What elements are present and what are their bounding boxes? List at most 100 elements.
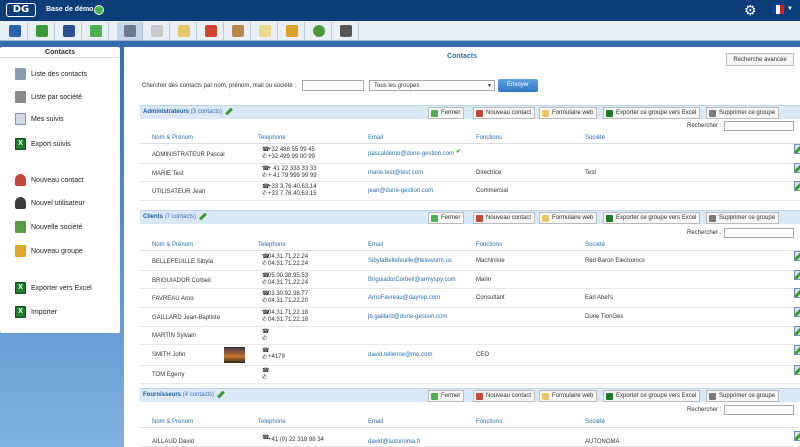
globe-icon[interactable] [306, 22, 332, 40]
table-header: Nom & Prénom Telephone Email Fonctions S… [140, 418, 800, 428]
table-row[interactable]: MARTIN Sylvain ☎ ✆ [140, 326, 800, 345]
sidebar-item-export-followups[interactable]: X Export suivis [15, 136, 71, 152]
contacts-icon[interactable] [29, 22, 55, 40]
notes-icon[interactable] [252, 22, 278, 40]
company-list-icon [15, 91, 26, 103]
delete-group-button[interactable]: Supprimer ce groupe [706, 212, 780, 224]
followup-icon [15, 113, 26, 125]
group-count[interactable]: (4 contacts) [183, 392, 214, 398]
coins-icon[interactable] [279, 22, 305, 40]
export-group-button[interactable]: Exporter ce groupe vers Excel [603, 107, 701, 119]
sidebar: Contacts Liste des contacts Liste par so… [0, 47, 120, 333]
contact-photo [224, 347, 245, 363]
group-header-administrateurs: Administrateurs (3 contacts) Fermer Nouv… [140, 105, 800, 119]
contact-list-icon [15, 68, 26, 80]
excel-icon: X [15, 282, 26, 294]
phone-icon: ☎ ✆ [262, 329, 270, 342]
edit-group-icon[interactable] [225, 107, 233, 116]
advanced-search-button[interactable]: Recherche avancée [726, 53, 794, 66]
sidebar-item-export-excel[interactable]: X Exporter vers Excel [15, 280, 92, 296]
new-contact-button[interactable]: Nouveau contact [473, 212, 536, 224]
web-form-button[interactable]: Formulaire web [539, 212, 598, 224]
group-name: Administrateurs [143, 109, 190, 115]
gear-icon[interactable]: ⚙ [744, 2, 757, 18]
delete-group-button[interactable]: Supprimer ce groupe [706, 390, 780, 402]
save-icon[interactable] [56, 22, 82, 40]
group-count[interactable]: (3 contacts) [191, 109, 222, 115]
sidebar-item-contact-list[interactable]: Liste des contacts [15, 66, 87, 82]
table-row[interactable]: UTILISATEUR Jean ☎ ✆ +33 3.76.40.63.14 +3… [140, 181, 800, 201]
export-group-button[interactable]: Exporter ce groupe vers Excel [603, 390, 701, 402]
contacts-panel: Contacts Recherche avancée Chercher des … [124, 47, 800, 447]
table-row[interactable]: BRIGUIADOR Corbeil ☎ ✆ 05.00.38.95.53 04.… [140, 270, 800, 289]
new-contact-icon [15, 174, 26, 186]
edit-group-icon[interactable] [199, 212, 207, 221]
close-group-button[interactable]: Fermer [428, 390, 465, 402]
send-button[interactable]: Envoyer [498, 79, 538, 92]
group-name: Fournisseurs [143, 392, 182, 398]
boxes-icon[interactable] [225, 22, 251, 40]
filter-label: Rechercher : [687, 407, 722, 413]
table-row[interactable]: FAVREAU Arno ☎ ✆ 03.30.92.38.77 04.31.71.… [140, 288, 800, 308]
export-group-button[interactable]: Exporter ce groupe vers Excel [603, 212, 701, 224]
spreadsheet-icon[interactable] [83, 22, 109, 40]
french-flag-icon[interactable] [772, 5, 784, 14]
new-contact-button[interactable]: Nouveau contact [473, 390, 536, 402]
web-form-button[interactable]: Formulaire web [539, 390, 598, 402]
sidebar-item-import[interactable]: X Importer [15, 304, 57, 320]
web-form-button[interactable]: Formulaire web [539, 107, 598, 119]
filter-input[interactable] [724, 405, 794, 415]
verified-check-icon: ✔ [456, 149, 462, 155]
edit-group-icon[interactable] [217, 390, 225, 399]
table-header: Nom & Prénom Telephone Email Fonctions S… [140, 134, 800, 144]
group-header-fournisseurs: Fournisseurs (4 contacts) Fermer Nouveau… [140, 388, 800, 402]
filter-input[interactable] [724, 228, 794, 238]
chevron-down-icon[interactable]: ▼ [787, 6, 793, 12]
table-row[interactable]: AILLAUD David ☎ +41 (0) 22 318 98 34 dav… [140, 431, 800, 447]
new-group-icon [15, 245, 26, 257]
table-row[interactable]: SMITH John ☎ ✆ +4179 david.tellenne@me.co… [140, 345, 800, 366]
search-label: Chercher des contacts par nom, prénom, m… [142, 83, 297, 89]
sidebar-item-new-group[interactable]: Nouveau groupe [15, 243, 83, 259]
sidebar-item-new-company[interactable]: Nouvelle société [15, 219, 82, 235]
sidebar-item-new-contact[interactable]: Nouveau contact [15, 172, 84, 188]
group-count[interactable]: (7 contacts) [165, 214, 196, 220]
excel-icon: X [15, 138, 26, 150]
app-title: Base de démo [46, 6, 94, 13]
group-header-clients: Clients (7 contacts) Fermer Nouveau cont… [140, 210, 800, 224]
sidebar-item-company-list[interactable]: Liste par société [15, 89, 82, 105]
house-icon[interactable] [198, 22, 224, 40]
mail-icon[interactable] [144, 22, 170, 40]
table-header: Nom & Prénom Telephone Email Fonctions S… [140, 241, 800, 251]
group-name: Clients [143, 214, 164, 220]
new-company-icon [15, 221, 26, 233]
sidebar-item-my-followups[interactable]: Mes suivis [15, 111, 64, 127]
new-contact-button[interactable]: Nouveau contact [473, 107, 536, 119]
table-row[interactable]: ADMINISTRATEUR Pascal ☎ ✆ +32 488 55 99 4… [140, 144, 800, 164]
app-logo: DG [6, 3, 36, 17]
import-icon: X [15, 306, 26, 318]
new-user-icon [15, 197, 26, 209]
table-row[interactable]: TOM Egerry ☎ ✆ [140, 365, 800, 384]
group-select[interactable]: Tous les groupes [369, 80, 495, 91]
filter-input[interactable] [724, 121, 794, 131]
sidebar-title: Contacts [0, 47, 120, 58]
contacts-active-icon[interactable] [117, 22, 143, 40]
search-input[interactable] [302, 80, 364, 91]
media-icon[interactable] [333, 22, 359, 40]
document-icon[interactable] [171, 22, 197, 40]
delete-group-button[interactable]: Supprimer ce groupe [706, 107, 780, 119]
dashboard-icon[interactable] [2, 22, 28, 40]
close-group-button[interactable]: Fermer [428, 212, 465, 224]
phone-icon: ☎ ✆ [262, 368, 270, 381]
table-row[interactable]: MARIE Test ☎ ✆ + 41 22 333 33 33 + 41 79 … [140, 163, 800, 182]
table-row[interactable]: GAILLARD Jean-Baptiste ☎ ✆ 04.31.71.22.18… [140, 307, 800, 327]
top-bar: DG Base de démo ⚙ ▼ [0, 0, 800, 21]
table-row[interactable]: BELLEFEUILLE Sibyla ☎ ✆ 04.31.71.22.24 04… [140, 251, 800, 271]
page-title: Contacts [447, 53, 477, 60]
refresh-icon[interactable] [94, 5, 104, 15]
close-group-button[interactable]: Fermer [428, 107, 465, 119]
filter-label: Rechercher : [687, 230, 722, 236]
filter-label: Rechercher : [687, 123, 722, 129]
sidebar-item-new-user[interactable]: Nouvel utilisateur [15, 195, 85, 211]
